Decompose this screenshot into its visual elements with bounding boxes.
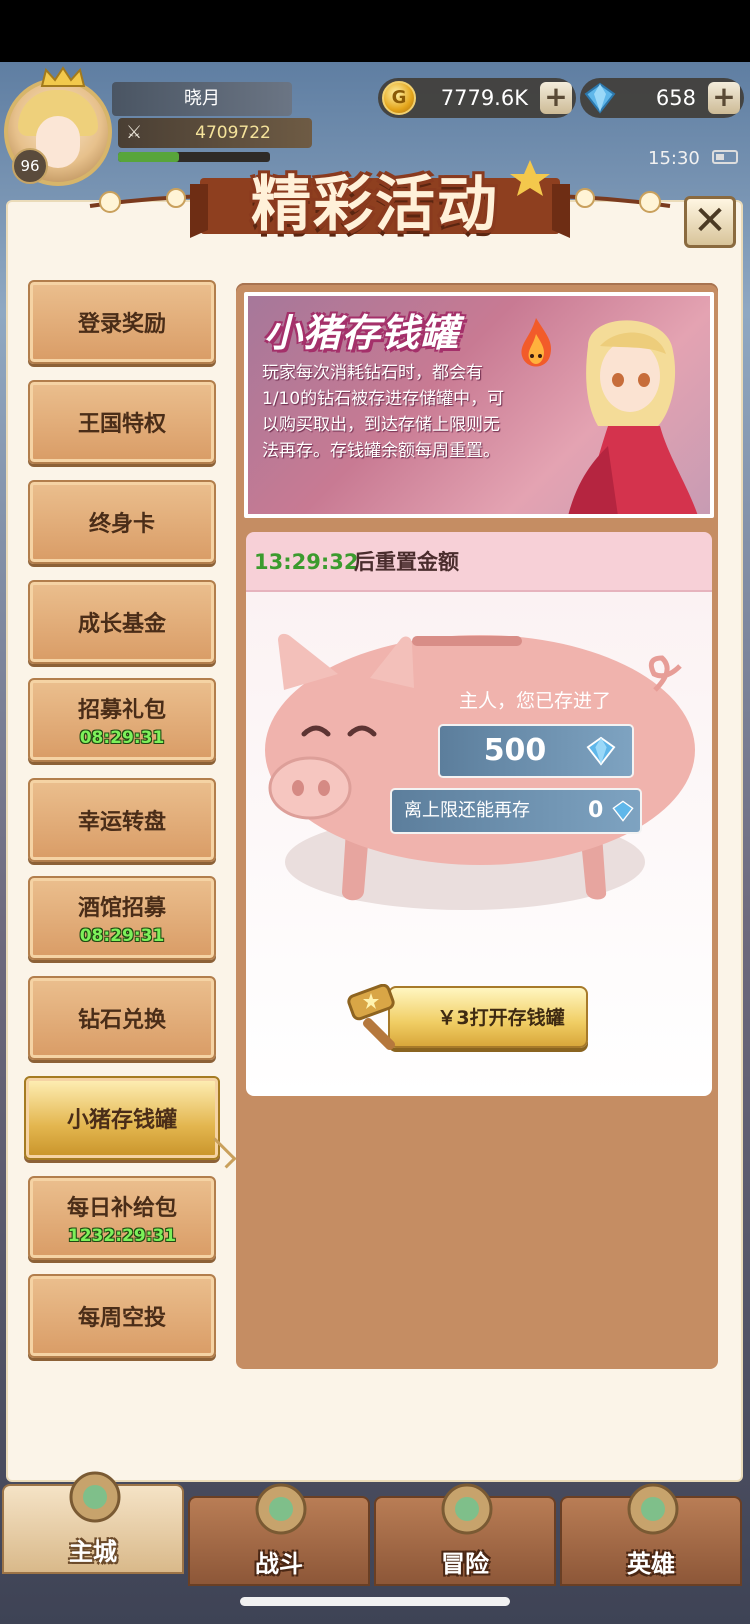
remaining-limit-box: 离上限还能再存 0 (392, 790, 640, 832)
close-button[interactable]: ✕ (684, 196, 736, 248)
tab-label: 每周空投 (77, 1306, 166, 1331)
tab-9[interactable]: 每日补给包 1232:29:31 (28, 1176, 216, 1260)
player-name: 晓月 (112, 82, 292, 116)
tab-4[interactable]: 招募礼包 08:29:31 (28, 678, 216, 762)
nav-item-2[interactable]: 冒险 (374, 1483, 556, 1586)
add-gold-button[interactable]: + (540, 82, 572, 114)
tab-5[interactable]: 幸运转盘 (28, 778, 216, 862)
limit-label: 离上限还能再存 (404, 800, 530, 821)
close-icon: ✕ (693, 198, 727, 244)
tab-label: 幸运转盘 (77, 810, 166, 835)
tab-8[interactable]: 小猪存钱罐 (24, 1076, 220, 1160)
reset-timer-header: 13:29:32 后重置金额 (246, 532, 712, 592)
tab-10[interactable]: 每周空投 (28, 1274, 216, 1358)
saved-amount: 500 (483, 733, 547, 768)
tab-7[interactable]: 钻石兑换 (28, 976, 216, 1060)
battery-icon (712, 150, 738, 164)
hero-description: 玩家每次消耗钻石时，都会有1/10的钻石被存进存储罐中，可以购买取出，到达存储上… (262, 363, 505, 461)
tab-6[interactable]: 酒馆招募 08:29:31 (28, 876, 216, 960)
tab-3[interactable]: 成长基金 (28, 580, 216, 664)
piggy-bank-hero-card: 小猪存钱罐 玩家每次消耗钻石时，都会有1/10的钻石被存进存储罐中，可以购买取出… (244, 292, 714, 518)
banner-title: 精彩活动 (251, 170, 499, 240)
gem-amount: 658 (655, 86, 696, 110)
nav-icon (441, 1483, 493, 1535)
tab-label: 小猪存钱罐 (66, 1108, 177, 1133)
tab-label: 成长基金 (77, 612, 166, 637)
clock-time: 15:30 (648, 148, 700, 169)
nav-label: 英雄 (627, 1550, 675, 1578)
tab-timer: 08:29:31 (79, 926, 165, 946)
anime-girl-illustration (568, 320, 698, 514)
tab-label: 每日补给包 (66, 1196, 177, 1221)
nav-item-1[interactable]: 战斗 (188, 1483, 370, 1586)
saved-label: 主人，您已存进了 (458, 690, 611, 712)
gem-currency: 658 + (580, 78, 744, 118)
tab-label: 登录奖励 (77, 312, 166, 337)
add-gems-button[interactable]: + (708, 82, 740, 114)
reset-countdown: 13:29:32 (254, 550, 359, 574)
gold-amount: 7779.6K (440, 86, 528, 110)
coin-icon: G (382, 81, 416, 115)
tab-label: 招募礼包 (77, 698, 166, 723)
tab-label: 终身卡 (88, 512, 155, 537)
gem-icon (586, 736, 616, 766)
nav-icon (69, 1471, 121, 1523)
hammer-icon (347, 984, 396, 1051)
gem-icon (612, 800, 634, 822)
tab-timer: 1232:29:31 (67, 1226, 177, 1246)
open-piggy-bank-button[interactable]: ￥3打开存钱罐 (388, 986, 588, 1048)
nav-item-3[interactable]: 英雄 (560, 1483, 742, 1586)
power-plate: ⚔ 4709722 (118, 118, 312, 148)
tab-label: 钻石兑换 (77, 1008, 166, 1033)
crown-icon (40, 66, 86, 87)
nav-label: 冒险 (441, 1550, 489, 1578)
nav-label: 战斗 (255, 1550, 303, 1578)
tab-2[interactable]: 终身卡 (28, 480, 216, 564)
tab-timer: 08:29:31 (79, 728, 165, 748)
player-level: 96 (12, 148, 48, 184)
crossed-swords-icon: ⚔ (126, 122, 143, 143)
nav-icon (627, 1483, 679, 1535)
tab-label: 王国特权 (77, 412, 166, 437)
nav-label: 主城 (69, 1538, 117, 1566)
nav-icon (255, 1483, 307, 1535)
hero-title: 小猪存钱罐 (264, 311, 460, 355)
reset-label: 后重置金额 (354, 550, 459, 574)
open-button-label: ￥3打开存钱罐 (437, 1007, 565, 1029)
nav-item-0[interactable]: 主城 (2, 1471, 184, 1574)
activity-tab-list[interactable]: 登录奖励王国特权终身卡成长基金招募礼包 08:29:31 幸运转盘酒馆招募 08:29… (24, 280, 224, 1370)
exp-fill (118, 152, 179, 162)
tab-1[interactable]: 王国特权 (28, 380, 216, 464)
home-indicator (240, 1597, 510, 1606)
saved-amount-box: 500 (440, 726, 632, 776)
tab-0[interactable]: 登录奖励 (28, 280, 216, 364)
power-value: 4709722 (195, 123, 271, 143)
gold-currency: G 7779.6K + (378, 78, 576, 118)
tab-label: 酒馆招募 (77, 896, 166, 921)
gem-icon (584, 82, 616, 114)
limit-amount: 0 (588, 798, 604, 823)
status-bar (0, 0, 750, 62)
